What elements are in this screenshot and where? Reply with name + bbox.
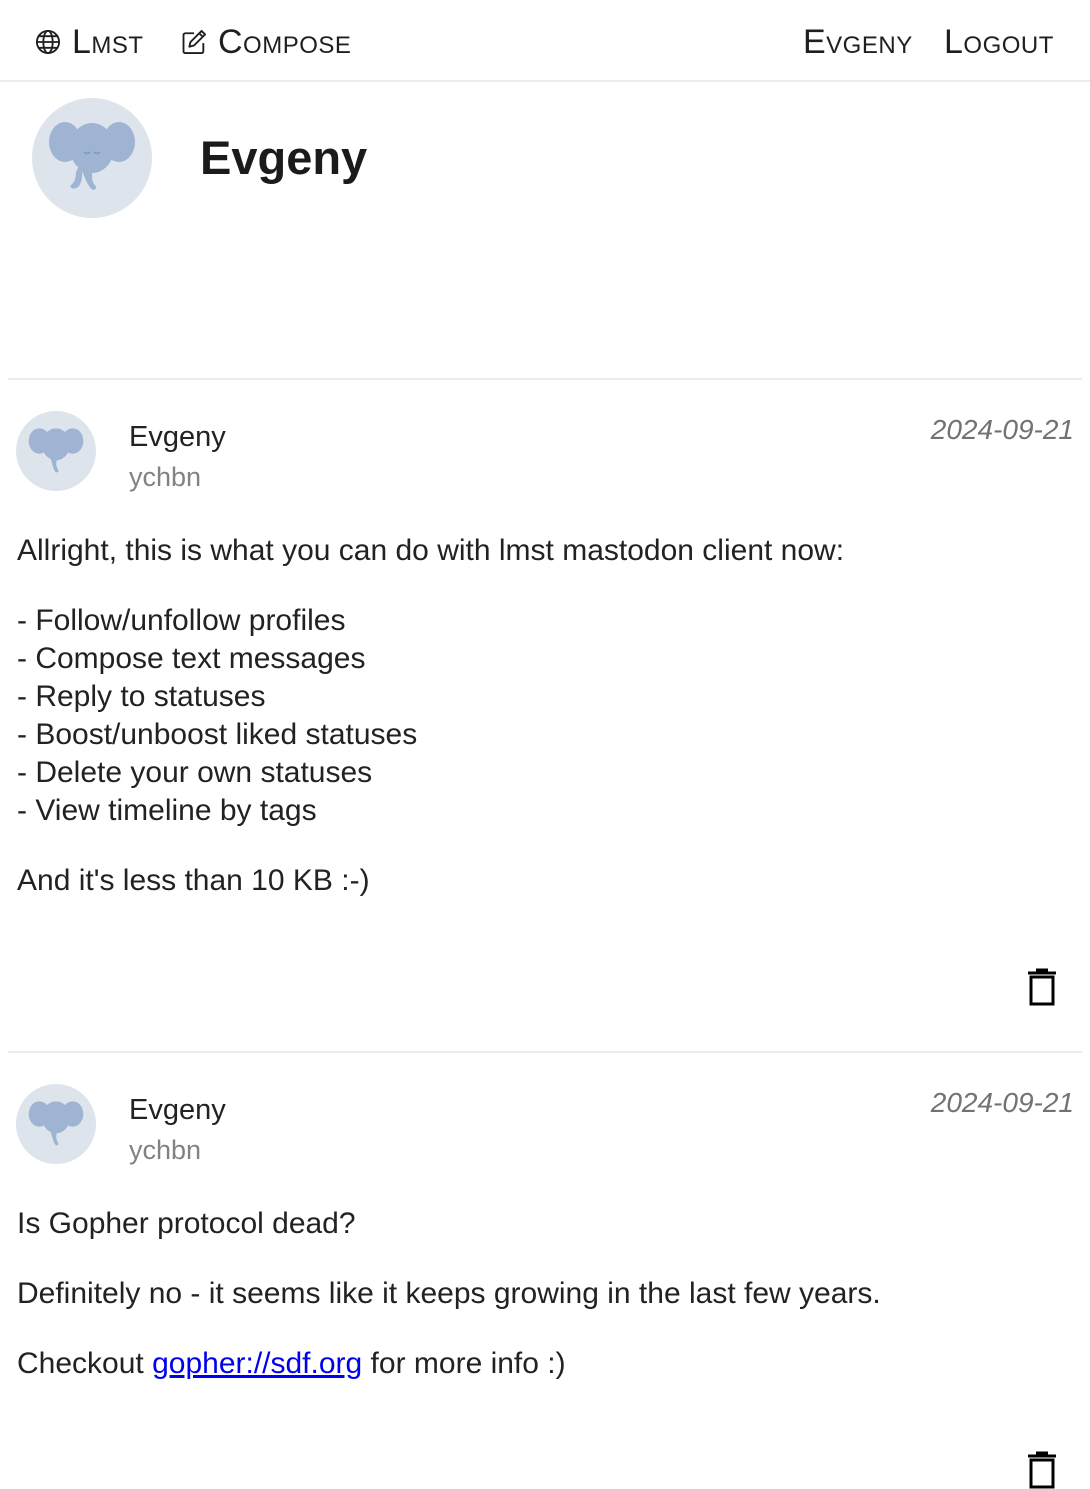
status-paragraph: Checkout gopher://sdf.org for more info … bbox=[17, 1345, 1067, 1383]
nav-user-link[interactable]: Evgeny bbox=[803, 24, 913, 60]
status-content: Is Gopher protocol dead? Definitely no -… bbox=[17, 1205, 1067, 1383]
gopher-link[interactable]: gopher://sdf.org bbox=[152, 1347, 362, 1380]
status-author-name[interactable]: Evgeny bbox=[129, 421, 226, 454]
globe-icon bbox=[35, 29, 61, 55]
status-text: Checkout bbox=[17, 1347, 153, 1380]
status-content: Allright, this is what you can do with l… bbox=[17, 532, 1067, 900]
top-navbar: Lmst Compose Evgeny Logout bbox=[0, 0, 1090, 82]
status-paragraph: Is Gopher protocol dead? bbox=[17, 1207, 356, 1240]
profile-name: Evgeny bbox=[200, 131, 368, 184]
trash-icon[interactable] bbox=[1026, 968, 1058, 1006]
profile-avatar bbox=[32, 98, 152, 218]
status-date[interactable]: 2024-09-21 bbox=[931, 414, 1074, 446]
status-paragraph: - Follow/unfollow profiles - Compose tex… bbox=[17, 604, 418, 827]
status-text: for more info :) bbox=[362, 1347, 566, 1380]
pencil-square-icon bbox=[182, 29, 207, 55]
trash-icon[interactable] bbox=[1026, 1451, 1058, 1489]
status-author-name[interactable]: Evgeny bbox=[129, 1094, 226, 1127]
divider bbox=[8, 378, 1082, 380]
nav-brand-link[interactable]: Lmst bbox=[34, 24, 144, 60]
status-paragraph: And it's less than 10 KB :-) bbox=[17, 864, 370, 897]
nav-logout-link[interactable]: Logout bbox=[944, 24, 1054, 60]
status-author-handle[interactable]: ychbn bbox=[129, 462, 201, 493]
status-author-handle[interactable]: ychbn bbox=[129, 1135, 201, 1166]
status-avatar[interactable] bbox=[16, 1084, 96, 1164]
status-date[interactable]: 2024-09-21 bbox=[931, 1087, 1074, 1119]
nav-compose-link[interactable]: Compose bbox=[180, 24, 351, 60]
status-paragraph: Definitely no - it seems like it keeps g… bbox=[17, 1277, 881, 1310]
nav-brand-label: Lmst bbox=[72, 23, 144, 61]
status-avatar[interactable] bbox=[16, 411, 96, 491]
status-paragraph: Allright, this is what you can do with l… bbox=[17, 534, 845, 567]
divider bbox=[8, 1051, 1082, 1053]
nav-compose-label: Compose bbox=[218, 23, 352, 61]
